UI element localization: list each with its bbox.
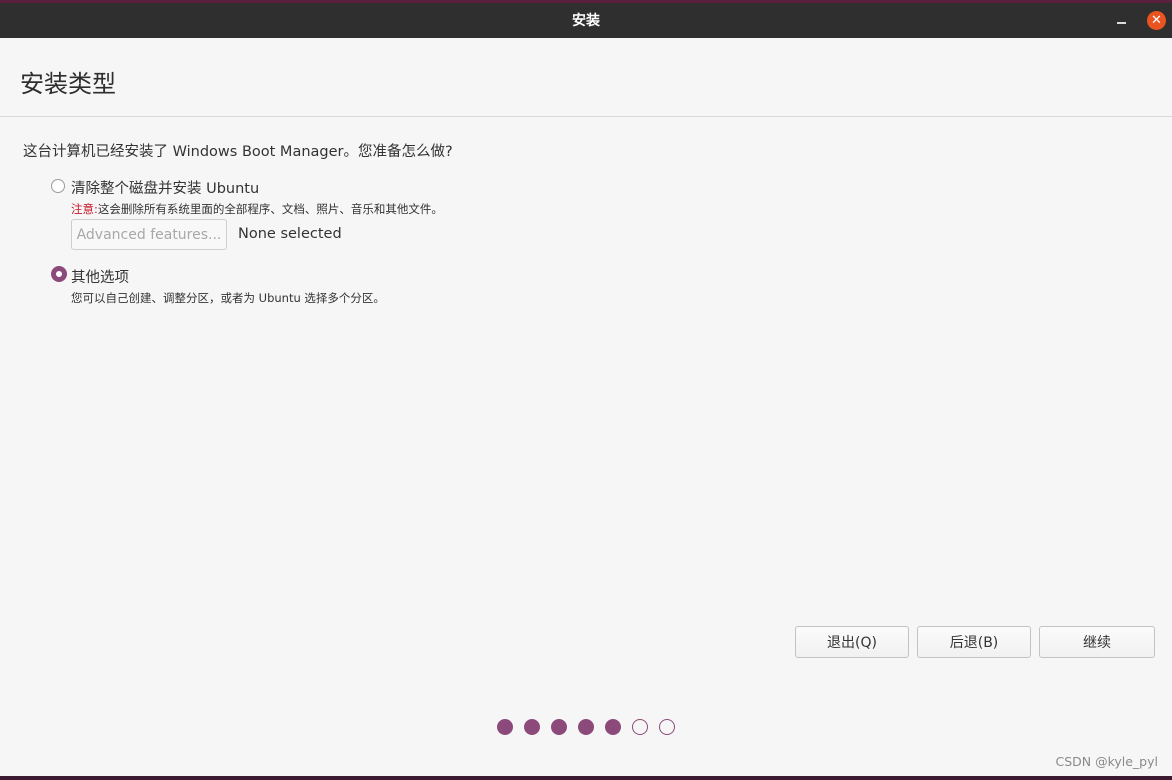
progress-dot [497,719,513,735]
warning-text: 这会删除所有系统里面的全部程序、文档、照片、音乐和其他文件。 [97,202,443,216]
installer-window: 安装 ✕ 安装类型 这台计算机已经安装了 Windows Boot Manage… [0,3,1172,776]
advanced-status: None selected [238,226,342,242]
continue-button[interactable]: 继续 [1039,626,1155,658]
something-else-label[interactable]: 其他选项 [71,266,129,287]
something-else-description: 您可以自己创建、调整分区，或者为 Ubuntu 选择多个分区。 [71,291,385,305]
progress-dot [659,719,675,735]
page-title: 安装类型 [20,70,116,98]
something-else-radio[interactable] [51,266,67,282]
install-question: 这台计算机已经安装了 Windows Boot Manager。您准备怎么做? [23,144,453,160]
watermark: CSDN @kyle_pyl [1055,754,1158,769]
warning-label: 注意: [71,202,98,216]
window-title: 安装 [572,13,600,29]
erase-disk-warning: 注意:这会删除所有系统里面的全部程序、文档、照片、音乐和其他文件。 [71,201,443,217]
erase-disk-radio[interactable] [51,179,65,193]
back-button[interactable]: 后退(B) [917,626,1031,658]
progress-dot [524,719,540,735]
page-header: 安装类型 [0,38,1172,117]
advanced-features-button[interactable]: Advanced features... [71,219,227,250]
progress-dot [605,719,621,735]
title-bar[interactable]: 安装 ✕ [0,3,1172,38]
progress-dot [578,719,594,735]
desktop-edge [0,776,1172,780]
progress-dot [551,719,567,735]
progress-dot [632,719,648,735]
close-icon[interactable]: ✕ [1147,11,1166,30]
erase-disk-label[interactable]: 清除整个磁盘并安装 Ubuntu [71,177,259,198]
quit-button[interactable]: 退出(Q) [795,626,909,658]
minimize-icon[interactable] [1112,11,1132,29]
